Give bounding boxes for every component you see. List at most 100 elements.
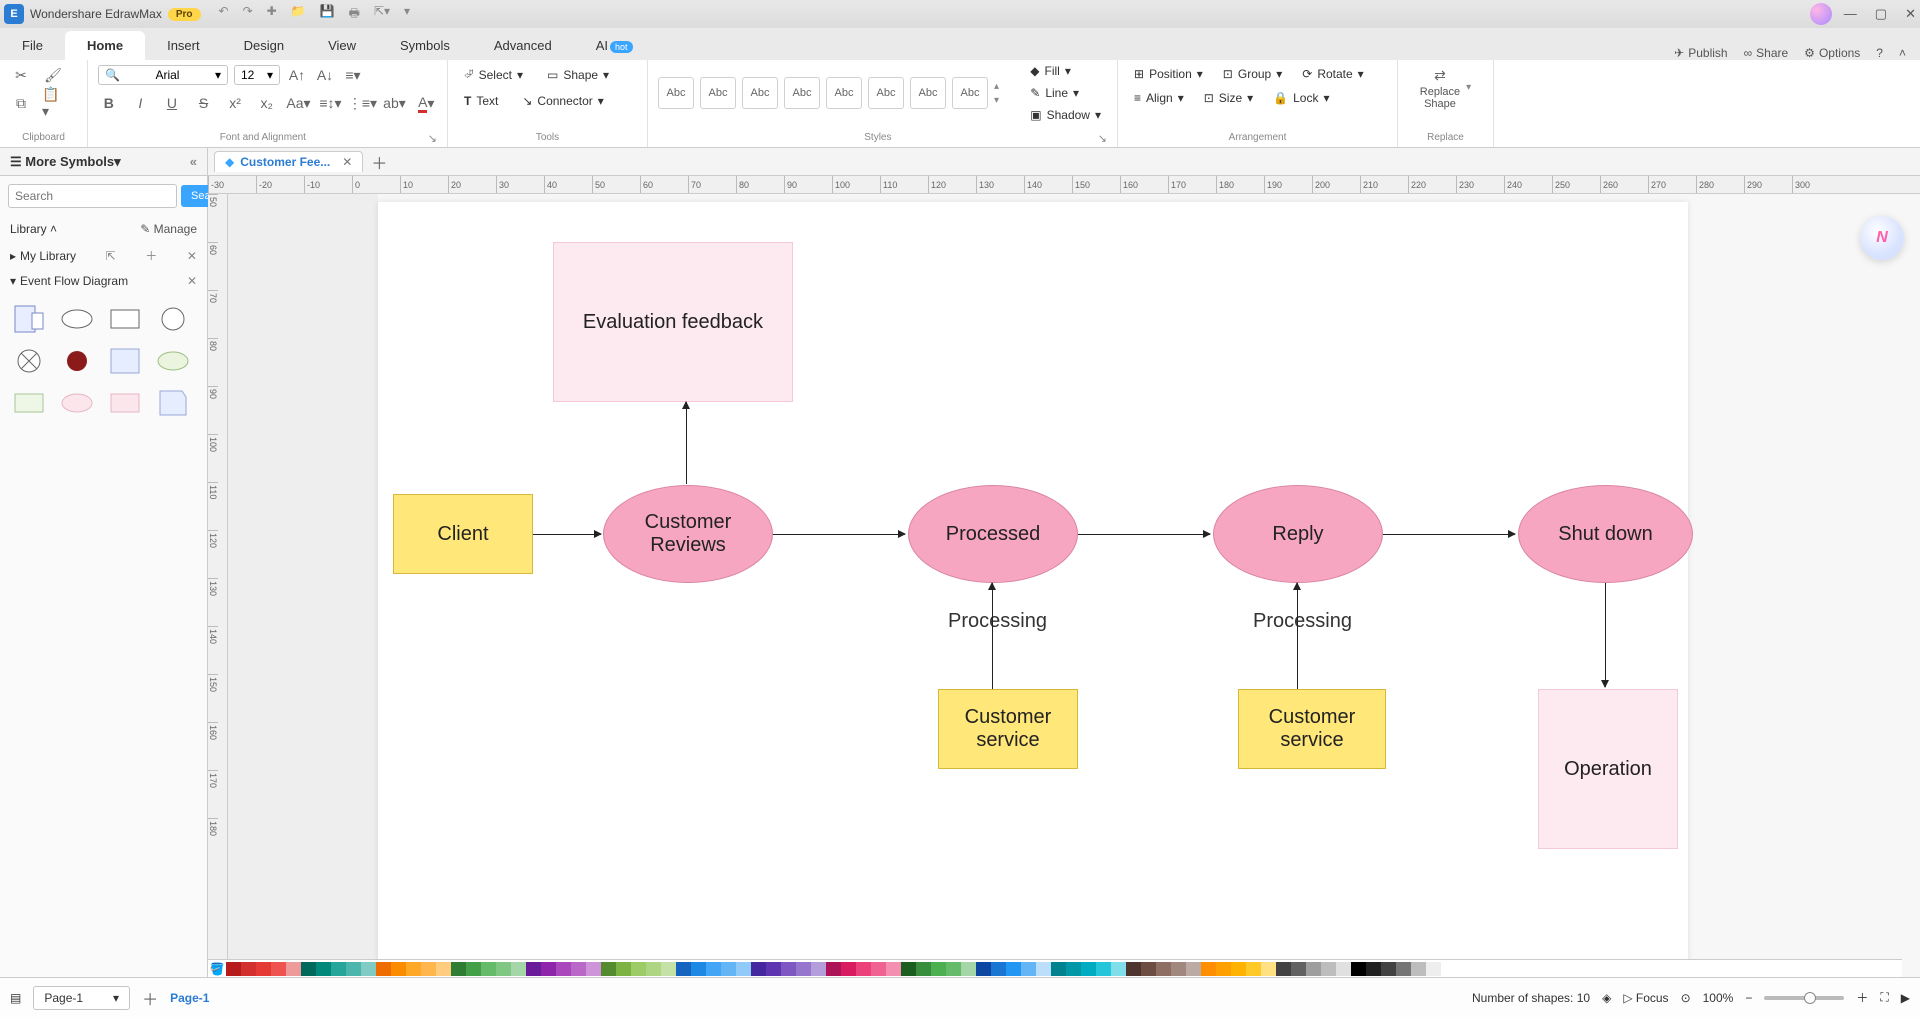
color-swatch[interactable] <box>856 962 871 976</box>
color-swatch[interactable] <box>1216 962 1231 976</box>
canvas-area[interactable]: -30-20-100102030405060708090100110120130… <box>208 176 1920 977</box>
new-icon[interactable]: ✚ <box>267 4 277 25</box>
color-swatch[interactable] <box>631 962 646 976</box>
case-icon[interactable]: Aa▾ <box>287 92 309 114</box>
color-swatch[interactable] <box>1081 962 1096 976</box>
save-icon[interactable]: 💾 <box>320 4 335 25</box>
color-swatch[interactable] <box>1036 962 1051 976</box>
color-swatch[interactable] <box>961 962 976 976</box>
font-size-select[interactable]: 12▾ <box>234 65 280 85</box>
position-menu[interactable]: ⊞ Position▾ <box>1128 64 1209 84</box>
palette-shape-pinkrect[interactable] <box>106 387 144 419</box>
palette-shape-rect[interactable] <box>106 303 144 335</box>
color-swatch[interactable] <box>886 962 901 976</box>
category-row[interactable]: ▾ Event Flow Diagram ✕ <box>0 269 207 293</box>
color-swatch[interactable] <box>331 962 346 976</box>
color-swatch[interactable] <box>1171 962 1186 976</box>
color-swatch[interactable] <box>361 962 376 976</box>
color-swatch[interactable] <box>1006 962 1021 976</box>
collapse-icon[interactable]: ˄ <box>50 222 57 236</box>
palette-shape-circle[interactable] <box>154 303 192 335</box>
color-swatch[interactable] <box>976 962 991 976</box>
styles-dialog-launcher[interactable]: ↘ <box>1098 132 1107 145</box>
grow-font-icon[interactable]: A↑ <box>286 64 308 86</box>
color-swatch[interactable] <box>1306 962 1321 976</box>
fullscreen-icon[interactable]: ⛶ <box>1880 990 1888 1005</box>
ai-floating-button[interactable]: N <box>1860 216 1904 260</box>
connector[interactable] <box>1078 534 1210 535</box>
color-swatch[interactable] <box>826 962 841 976</box>
focus-button[interactable]: ▷ Focus <box>1623 991 1668 1005</box>
color-swatch[interactable] <box>541 962 556 976</box>
palette-shape-doc[interactable] <box>10 303 48 335</box>
underline-icon[interactable]: U <box>161 92 183 114</box>
align-menu[interactable]: ≡ Align▾ <box>1128 88 1190 108</box>
user-avatar[interactable] <box>1810 3 1832 25</box>
color-swatch[interactable] <box>691 962 706 976</box>
color-swatch[interactable] <box>1426 962 1441 976</box>
export-icon[interactable]: ⇱▾ <box>374 4 390 25</box>
bold-icon[interactable]: B <box>98 92 120 114</box>
style-card[interactable]: Abc <box>658 77 694 109</box>
minimize-button[interactable]: — <box>1844 6 1857 22</box>
color-swatch[interactable] <box>766 962 781 976</box>
presentation-icon[interactable]: ▶ <box>1901 991 1910 1005</box>
color-swatch[interactable] <box>1291 962 1306 976</box>
color-swatch[interactable] <box>1261 962 1276 976</box>
color-swatch[interactable] <box>991 962 1006 976</box>
zoom-out-button[interactable]: − <box>1745 991 1752 1005</box>
color-swatch[interactable] <box>1111 962 1126 976</box>
style-card[interactable]: Abc <box>742 77 778 109</box>
color-swatch[interactable] <box>526 962 541 976</box>
layers-icon[interactable]: ◈ <box>1602 991 1611 1005</box>
color-swatch[interactable] <box>1051 962 1066 976</box>
rotate-menu[interactable]: ⟳ Rotate▾ <box>1296 64 1369 84</box>
print-icon[interactable]: 🖶 <box>349 4 360 25</box>
my-library-row[interactable]: ▸ My Library ⇱ ＋ ✕ <box>0 242 207 269</box>
label-processing-2[interactable]: Processing <box>1253 610 1352 633</box>
color-swatch[interactable] <box>676 962 691 976</box>
node-customer-service-1[interactable]: Customer service <box>938 689 1078 769</box>
color-swatch[interactable] <box>1066 962 1081 976</box>
color-swatch[interactable] <box>271 962 286 976</box>
paste-icon[interactable]: 📋▾ <box>42 92 64 114</box>
replace-shape-button[interactable]: ⇄ ReplaceShape <box>1420 64 1460 110</box>
color-swatch[interactable] <box>736 962 751 976</box>
color-swatch[interactable] <box>586 962 601 976</box>
lib-add-icon[interactable]: ＋ <box>145 247 157 264</box>
color-swatch[interactable] <box>391 962 406 976</box>
color-swatch[interactable] <box>661 962 676 976</box>
align-menu-icon[interactable]: ≡▾ <box>342 64 364 86</box>
color-swatch[interactable] <box>841 962 856 976</box>
tab-advanced[interactable]: Advanced <box>472 31 574 60</box>
color-swatch[interactable] <box>1396 962 1411 976</box>
line-menu[interactable]: ✎ Line ▾ <box>1024 83 1107 103</box>
palette-shape-bluebox[interactable] <box>106 345 144 377</box>
symbol-search-input[interactable] <box>8 184 177 208</box>
palette-shape-ellipse[interactable] <box>58 303 96 335</box>
connector[interactable] <box>992 583 993 689</box>
color-swatch[interactable] <box>1141 962 1156 976</box>
close-button[interactable]: ✕ <box>1905 6 1916 22</box>
color-swatch[interactable] <box>931 962 946 976</box>
bucket-icon[interactable]: 🪣 <box>208 962 226 976</box>
color-swatch[interactable] <box>436 962 451 976</box>
color-swatch[interactable] <box>1381 962 1396 976</box>
palette-shape-notch[interactable] <box>154 387 192 419</box>
close-tab-icon[interactable]: ✕ <box>342 155 352 169</box>
lock-menu[interactable]: 🔒 Lock▾ <box>1267 88 1335 108</box>
font-dialog-launcher[interactable]: ↘ <box>428 132 437 145</box>
strike-icon[interactable]: S <box>193 92 215 114</box>
connector-tool[interactable]: ↘Connector ▾ <box>516 91 609 111</box>
color-swatch[interactable] <box>376 962 391 976</box>
color-swatch[interactable] <box>556 962 571 976</box>
tab-design[interactable]: Design <box>222 31 306 60</box>
copy-icon[interactable]: ⧉ <box>10 92 32 114</box>
connector[interactable] <box>533 534 601 535</box>
bullets-icon[interactable]: ⋮≡▾ <box>351 92 373 114</box>
color-swatch[interactable] <box>1321 962 1336 976</box>
label-processing-1[interactable]: Processing <box>948 610 1047 633</box>
color-swatch[interactable] <box>241 962 256 976</box>
tab-ai[interactable]: AIhot <box>574 31 655 60</box>
style-card[interactable]: Abc <box>868 77 904 109</box>
